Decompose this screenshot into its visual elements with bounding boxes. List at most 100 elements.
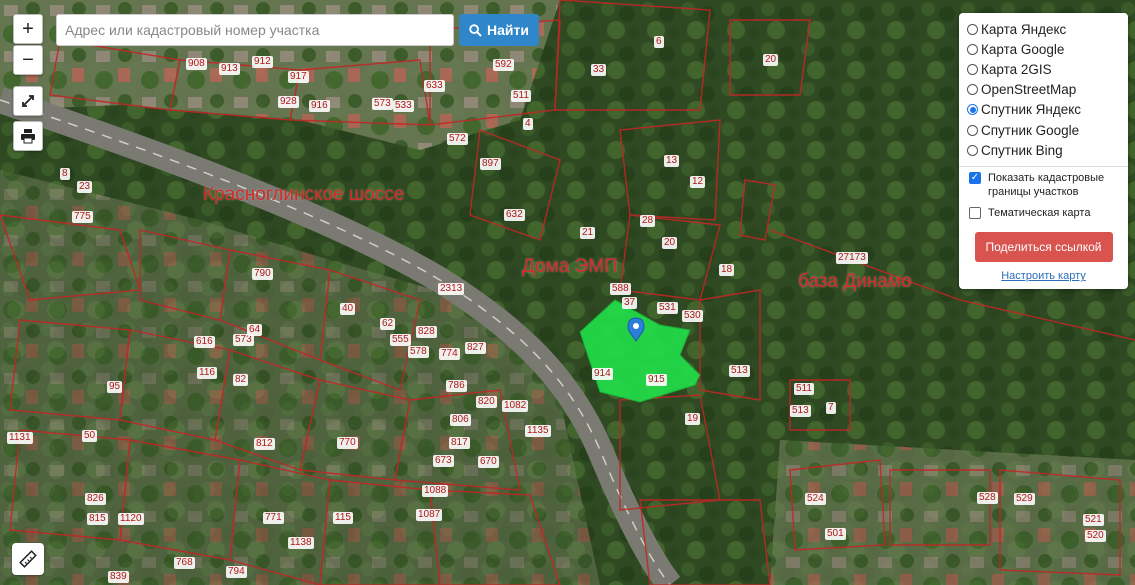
fullscreen-button[interactable]	[13, 86, 43, 116]
parcel-label[interactable]: 768	[174, 557, 195, 569]
setup-map-link[interactable]: Настроить карту	[967, 270, 1120, 282]
parcel-label[interactable]: 7	[826, 402, 836, 414]
parcel-label[interactable]: 1087	[416, 509, 443, 521]
parcel-label[interactable]: 1135	[525, 425, 551, 437]
parcel-label[interactable]: 897	[480, 158, 501, 170]
parcel-label[interactable]: 771	[263, 512, 284, 524]
parcel-label[interactable]: 578	[408, 346, 429, 358]
zoom-out-button[interactable]: −	[13, 45, 43, 75]
parcel-label[interactable]: 1120	[118, 513, 144, 525]
radio-icon[interactable]	[967, 84, 978, 96]
parcel-label[interactable]: 37	[622, 297, 638, 309]
parcel-label[interactable]: 520	[1085, 530, 1106, 542]
parcel-label[interactable]: 775	[72, 211, 93, 223]
parcel-label[interactable]: 555	[390, 334, 411, 346]
parcel-label[interactable]: 533	[393, 100, 414, 112]
parcel-label[interactable]: 616	[194, 336, 215, 348]
zoom-in-button[interactable]: +	[13, 14, 43, 44]
radio-icon[interactable]	[967, 23, 978, 35]
layer-option-google-satellite[interactable]: Спутник Google	[967, 120, 1120, 140]
parcel-label[interactable]: 19	[685, 413, 701, 425]
parcel-label[interactable]: 806	[450, 414, 471, 426]
parcel-label[interactable]: 13	[664, 155, 680, 167]
parcel-label[interactable]: 12	[690, 176, 706, 188]
parcel-label[interactable]: 531	[657, 302, 678, 314]
parcel-label[interactable]: 1082	[502, 400, 529, 412]
parcel-label[interactable]: 917	[288, 71, 309, 83]
parcel-label[interactable]: 1131	[7, 432, 33, 444]
radio-selected-icon[interactable]	[967, 104, 978, 116]
parcel-label[interactable]: 908	[186, 58, 207, 70]
parcel-label[interactable]: 812	[254, 438, 275, 450]
layer-option-yandex-satellite[interactable]: Спутник Яндекс	[967, 100, 1120, 120]
parcel-label[interactable]: 82	[233, 374, 249, 386]
parcel-label[interactable]: 18	[719, 264, 735, 276]
parcel-label[interactable]: 588	[610, 283, 631, 295]
layer-option-openstreetmap[interactable]: OpenStreetMap	[967, 80, 1120, 100]
parcel-label[interactable]: 912	[252, 56, 273, 68]
parcel-label[interactable]: 916	[309, 100, 330, 112]
layer-option-yandex-map[interactable]: Карта Яндекс	[967, 19, 1120, 39]
parcel-label[interactable]: 794	[226, 566, 247, 578]
parcel-label[interactable]: 115	[333, 512, 353, 524]
parcel-label[interactable]: 524	[805, 493, 826, 505]
parcel-label[interactable]: 670	[478, 456, 499, 468]
parcel-label[interactable]: 592	[493, 59, 514, 71]
cadastral-toggle[interactable]: ✓ Показать кадастровые границы участков	[967, 171, 1120, 199]
parcel-label[interactable]: 20	[662, 237, 678, 249]
checkbox-checked-icon[interactable]: ✓	[969, 172, 981, 185]
parcel-label[interactable]: 33	[591, 64, 607, 76]
parcel-label[interactable]: 513	[729, 365, 750, 377]
parcel-label[interactable]: 50	[82, 430, 98, 442]
parcel-label[interactable]: 914	[592, 368, 613, 380]
print-button[interactable]	[13, 121, 43, 151]
radio-icon[interactable]	[967, 43, 978, 55]
share-link-button[interactable]: Поделиться ссылкой	[974, 232, 1113, 263]
parcel-label[interactable]: 40	[340, 303, 356, 315]
checkbox-icon[interactable]	[969, 207, 981, 220]
parcel-label[interactable]: 1088	[422, 485, 449, 497]
parcel-label[interactable]: 633	[424, 80, 445, 92]
parcel-label[interactable]: 8	[60, 168, 70, 180]
parcel-label[interactable]: 774	[439, 348, 460, 360]
parcel-label[interactable]: 913	[219, 63, 240, 75]
parcel-label[interactable]: 673	[433, 455, 454, 467]
parcel-label[interactable]: 786	[446, 380, 467, 392]
parcel-label[interactable]: 23	[77, 181, 93, 193]
parcel-label[interactable]: 928	[278, 96, 299, 108]
parcel-label[interactable]: 915	[646, 374, 667, 386]
parcel-label[interactable]: 20	[763, 54, 779, 66]
parcel-label[interactable]: 62	[380, 318, 396, 330]
parcel-label[interactable]: 820	[476, 396, 497, 408]
parcel-label[interactable]: 815	[87, 513, 108, 525]
parcel-label[interactable]: 501	[825, 528, 846, 540]
parcel-label[interactable]: 529	[1014, 493, 1035, 505]
search-button[interactable]: Найти	[459, 14, 539, 46]
layer-option-bing-satellite[interactable]: Спутник Bing	[967, 140, 1120, 160]
parcel-label[interactable]: 528	[977, 492, 998, 504]
parcel-label[interactable]: 790	[252, 268, 273, 280]
parcel-label[interactable]: 2313	[438, 283, 465, 295]
parcel-label[interactable]: 827	[465, 342, 486, 354]
layer-option-2gis-map[interactable]: Карта 2GIS	[967, 59, 1120, 79]
parcel-label[interactable]: 511	[794, 383, 814, 395]
parcel-label[interactable]: 817	[449, 437, 470, 449]
parcel-label[interactable]: 828	[416, 326, 437, 338]
parcel-label[interactable]: 116	[197, 367, 217, 379]
parcel-label[interactable]: 28	[640, 215, 656, 227]
parcel-label[interactable]: 770	[337, 437, 358, 449]
parcel-label[interactable]: 572	[447, 133, 468, 145]
parcel-label[interactable]: 826	[85, 493, 106, 505]
parcel-label[interactable]: 64	[247, 324, 263, 336]
parcel-label[interactable]: 27173	[836, 252, 868, 264]
parcel-label[interactable]: 4	[523, 118, 533, 130]
thematic-toggle[interactable]: Тематическая карта	[967, 206, 1120, 220]
parcel-label[interactable]: 573	[372, 98, 393, 110]
parcel-label[interactable]: 513	[790, 405, 811, 417]
radio-icon[interactable]	[967, 124, 978, 136]
parcel-label[interactable]: 839	[108, 571, 129, 583]
search-input[interactable]	[56, 14, 454, 46]
radio-icon[interactable]	[967, 144, 978, 156]
radio-icon[interactable]	[967, 63, 978, 75]
parcel-label[interactable]: 95	[107, 381, 123, 393]
